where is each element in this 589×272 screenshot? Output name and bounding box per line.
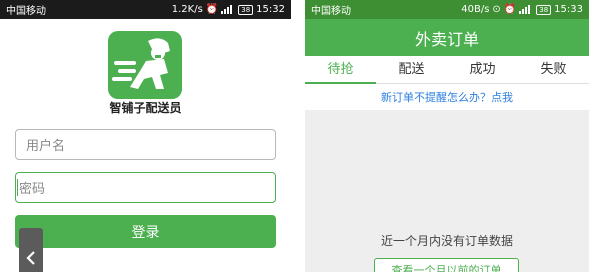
battery-icon: 38 [536,4,552,15]
status-bar: 中国移动 1.2K/s ⏰ 38 15:32 [0,0,291,19]
app-logo [108,31,182,99]
view-older-orders-button[interactable]: 查看一个月以前的订单 [374,258,519,272]
login-screen: 中国移动 1.2K/s ⏰ 38 15:32 智铺子配送员 用户名 密码 登录 [0,0,291,272]
screen-divider [291,0,305,272]
back-button[interactable] [19,228,43,272]
network-speed: 1.2K/s [171,4,203,15]
tab-pending[interactable]: 待抢 [305,56,376,83]
location-icon: ⊙ [492,4,501,15]
signal-icon [519,5,533,14]
carrier-label: 中国移动 [6,6,46,17]
chevron-left-icon [26,251,35,265]
clock: 15:32 [256,4,285,15]
tab-failed[interactable]: 失败 [518,56,589,83]
tab-success[interactable]: 成功 [447,56,518,83]
username-placeholder: 用户名 [26,139,66,154]
orders-screen: 中国移动 40B/s ⊙ ⏰ 38 15:33 外卖订单 待抢 配送 成功 失败… [305,0,589,272]
password-placeholder: 密码 [19,182,46,197]
login-button[interactable]: 登录 [15,215,276,248]
courier-runner-icon [112,38,170,89]
tab-delivering[interactable]: 配送 [376,56,447,83]
text-cursor [17,179,18,196]
status-bar: 中国移动 40B/s ⊙ ⏰ 38 15:33 [305,0,589,19]
alarm-icon: ⏰ [503,4,517,15]
notification-help-link[interactable]: 新订单不提醒怎么办？点我 [305,84,589,110]
active-tab-indicator [305,82,376,84]
username-field[interactable]: 用户名 [15,129,276,160]
carrier-label: 中国移动 [311,6,351,17]
network-speed: 40B/s [461,4,490,15]
password-field[interactable]: 密码 [15,172,276,203]
order-tabs: 待抢 配送 成功 失败 [305,56,589,84]
alarm-icon: ⏰ [205,4,219,15]
page-title: 外卖订单 [305,19,589,56]
empty-state-text: 近一个月内没有订单数据 [380,234,513,248]
app-name: 智铺子配送员 [109,101,182,115]
battery-icon: 38 [238,4,254,15]
signal-icon [221,5,235,14]
clock: 15:33 [554,4,583,15]
